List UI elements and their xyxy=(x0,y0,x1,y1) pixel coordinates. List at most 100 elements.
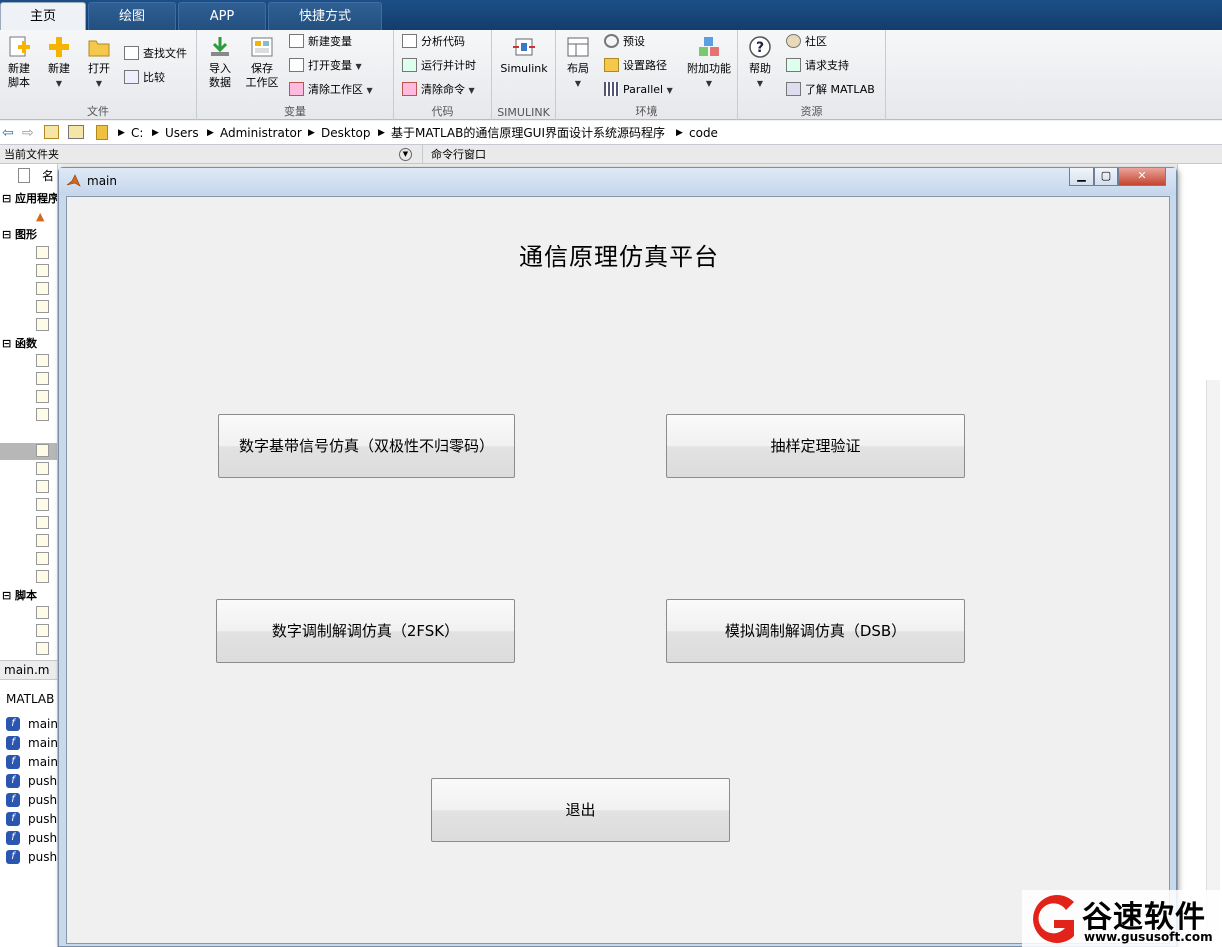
new-button[interactable]: 新建 ▼ xyxy=(42,34,76,91)
script-file-icon[interactable] xyxy=(36,624,49,637)
figure-canvas: 通信原理仿真平台 数字基带信号仿真（双极性不归零码） 抽样定理验证 数字调制解调… xyxy=(66,196,1170,944)
tab-apps[interactable]: APP xyxy=(178,2,266,30)
figure-file-icon[interactable] xyxy=(36,318,49,331)
environment-group: 布局 ▼ 预设 设置路径 Parallel ▼ 附加功能 ▼ 环境 xyxy=(556,30,738,120)
function-file-icon[interactable] xyxy=(36,534,49,547)
tab-home[interactable]: 主页 xyxy=(0,2,86,30)
function-icon: f xyxy=(6,755,20,769)
workspace-item[interactable]: main_ xyxy=(28,753,57,771)
function-file-icon[interactable] xyxy=(36,390,49,403)
path-separator: ▶ xyxy=(118,128,125,138)
save-workspace-button[interactable]: 保存 工作区 xyxy=(243,34,281,90)
clear-commands-button[interactable]: 清除命令 ▼ xyxy=(402,80,475,100)
workspace-item[interactable]: push xyxy=(28,829,57,847)
workspace-item[interactable]: main_ xyxy=(28,734,57,752)
fsk-simulation-button[interactable]: 数字调制解调仿真（2FSK） xyxy=(216,599,515,663)
function-file-icon[interactable] xyxy=(36,462,49,475)
function-file-icon[interactable] xyxy=(36,444,49,457)
set-path-button[interactable]: 设置路径 xyxy=(604,56,667,76)
new-variable-button[interactable]: 新建变量 xyxy=(289,32,352,52)
analyze-code-button[interactable]: 分析代码 xyxy=(402,32,465,52)
selected-file-row[interactable] xyxy=(0,443,57,460)
function-icon: f xyxy=(6,793,20,807)
simulink-button[interactable]: Simulink xyxy=(498,34,550,76)
layout-button[interactable]: 布局 ▼ xyxy=(562,34,594,91)
browse-folder-icon[interactable] xyxy=(68,125,84,139)
path-segment[interactable]: Desktop xyxy=(321,121,371,145)
workspace-title: MATLAB xyxy=(6,692,55,706)
function-file-icon[interactable] xyxy=(36,354,49,367)
figure-file-icon[interactable] xyxy=(36,282,49,295)
open-variable-button[interactable]: 打开变量 ▼ xyxy=(289,56,362,76)
workspace-item[interactable]: main xyxy=(28,715,57,733)
function-file-icon[interactable] xyxy=(36,552,49,565)
addons-button[interactable]: 附加功能 ▼ xyxy=(684,34,734,91)
scrollbar[interactable] xyxy=(1206,380,1220,940)
folder-icon xyxy=(88,40,110,57)
path-segment[interactable]: 基于MATLAB的通信原理GUI界面设计系统源码程序 xyxy=(391,121,665,145)
command-window-pane[interactable] xyxy=(1177,164,1222,947)
root-folder-icon xyxy=(96,125,108,140)
help-button[interactable]: ? 帮助 ▼ xyxy=(744,34,776,91)
path-separator: ▶ xyxy=(378,128,385,138)
figure-file-icon[interactable] xyxy=(36,300,49,313)
brand-g-icon xyxy=(1033,895,1074,943)
find-files-button[interactable]: 查找文件 xyxy=(124,44,187,64)
workspace-item[interactable]: push xyxy=(28,810,57,828)
file-group-label: 文件 xyxy=(87,105,109,118)
request-support-button[interactable]: 请求支持 xyxy=(786,56,849,76)
tab-plots[interactable]: 绘图 xyxy=(88,2,176,30)
section-figures[interactable]: ⊟ 图形 xyxy=(2,226,37,244)
function-file-icon[interactable] xyxy=(36,408,49,421)
function-file-icon[interactable] xyxy=(36,570,49,583)
clear-commands-icon xyxy=(402,82,417,96)
section-functions[interactable]: ⊟ 函数 xyxy=(2,335,37,353)
figure-file-icon[interactable] xyxy=(36,246,49,259)
minimize-button[interactable]: ▁ xyxy=(1069,168,1094,186)
function-file-icon[interactable] xyxy=(36,516,49,529)
section-apps[interactable]: ⊟ 应用程序 xyxy=(2,190,57,208)
function-file-icon[interactable] xyxy=(36,498,49,511)
figure-titlebar[interactable]: main ▁ ▢ ✕ xyxy=(59,168,1176,195)
back-arrow-icon[interactable]: ⇦ xyxy=(2,121,14,145)
run-and-time-button[interactable]: 运行并计时 xyxy=(402,56,476,76)
clear-workspace-dropdown-arrow: ▼ xyxy=(366,86,373,95)
function-file-icon[interactable] xyxy=(36,480,49,493)
tab-shortcuts[interactable]: 快捷方式 xyxy=(268,2,382,30)
dsb-simulation-button[interactable]: 模拟调制解调仿真（DSB） xyxy=(666,599,965,663)
forward-arrow-icon[interactable]: ⇨ xyxy=(22,121,34,145)
compare-button[interactable]: 比较 xyxy=(124,68,165,88)
open-variable-dropdown-arrow: ▼ xyxy=(355,62,362,71)
clear-workspace-button[interactable]: 清除工作区 ▼ xyxy=(289,80,373,100)
script-file-icon[interactable] xyxy=(36,642,49,655)
watermark-logo: 谷速软件 www.gususoft.com xyxy=(1022,890,1222,947)
maximize-button[interactable]: ▢ xyxy=(1094,168,1118,186)
import-data-button[interactable]: 导入 数据 xyxy=(203,34,237,90)
path-segment[interactable]: Users xyxy=(165,121,199,145)
figure-file-icon[interactable] xyxy=(36,264,49,277)
function-file-icon[interactable] xyxy=(36,372,49,385)
learn-matlab-button[interactable]: 了解 MATLAB xyxy=(786,80,875,100)
path-segment[interactable]: code xyxy=(689,121,718,145)
gear-icon xyxy=(604,34,619,48)
path-segment[interactable]: Administrator xyxy=(220,121,302,145)
baseband-simulation-button[interactable]: 数字基带信号仿真（双极性不归零码） xyxy=(218,414,515,478)
preferences-button[interactable]: 预设 xyxy=(604,32,645,52)
close-button[interactable]: ✕ xyxy=(1118,168,1166,186)
exit-button[interactable]: 退出 xyxy=(431,778,730,842)
script-file-icon[interactable] xyxy=(36,606,49,619)
section-scripts[interactable]: ⊟ 脚本 xyxy=(2,587,37,605)
up-folder-icon[interactable] xyxy=(44,125,59,139)
name-column-header[interactable]: 名 xyxy=(42,167,54,185)
workspace-item[interactable]: push xyxy=(28,791,57,809)
path-segment[interactable]: C: xyxy=(131,121,143,145)
resources-group: ? 帮助 ▼ 社区 请求支持 了解 MATLAB 资源 xyxy=(738,30,886,120)
community-button[interactable]: 社区 xyxy=(786,32,827,52)
panel-menu-icon[interactable]: ▼ xyxy=(399,148,412,161)
open-button[interactable]: 打开 ▼ xyxy=(82,34,116,91)
workspace-item[interactable]: push xyxy=(28,772,57,790)
sampling-theorem-button[interactable]: 抽样定理验证 xyxy=(666,414,965,478)
new-script-button[interactable]: 新建 脚本 xyxy=(2,34,36,90)
workspace-item[interactable]: push xyxy=(28,848,57,866)
parallel-button[interactable]: Parallel ▼ xyxy=(604,80,673,100)
